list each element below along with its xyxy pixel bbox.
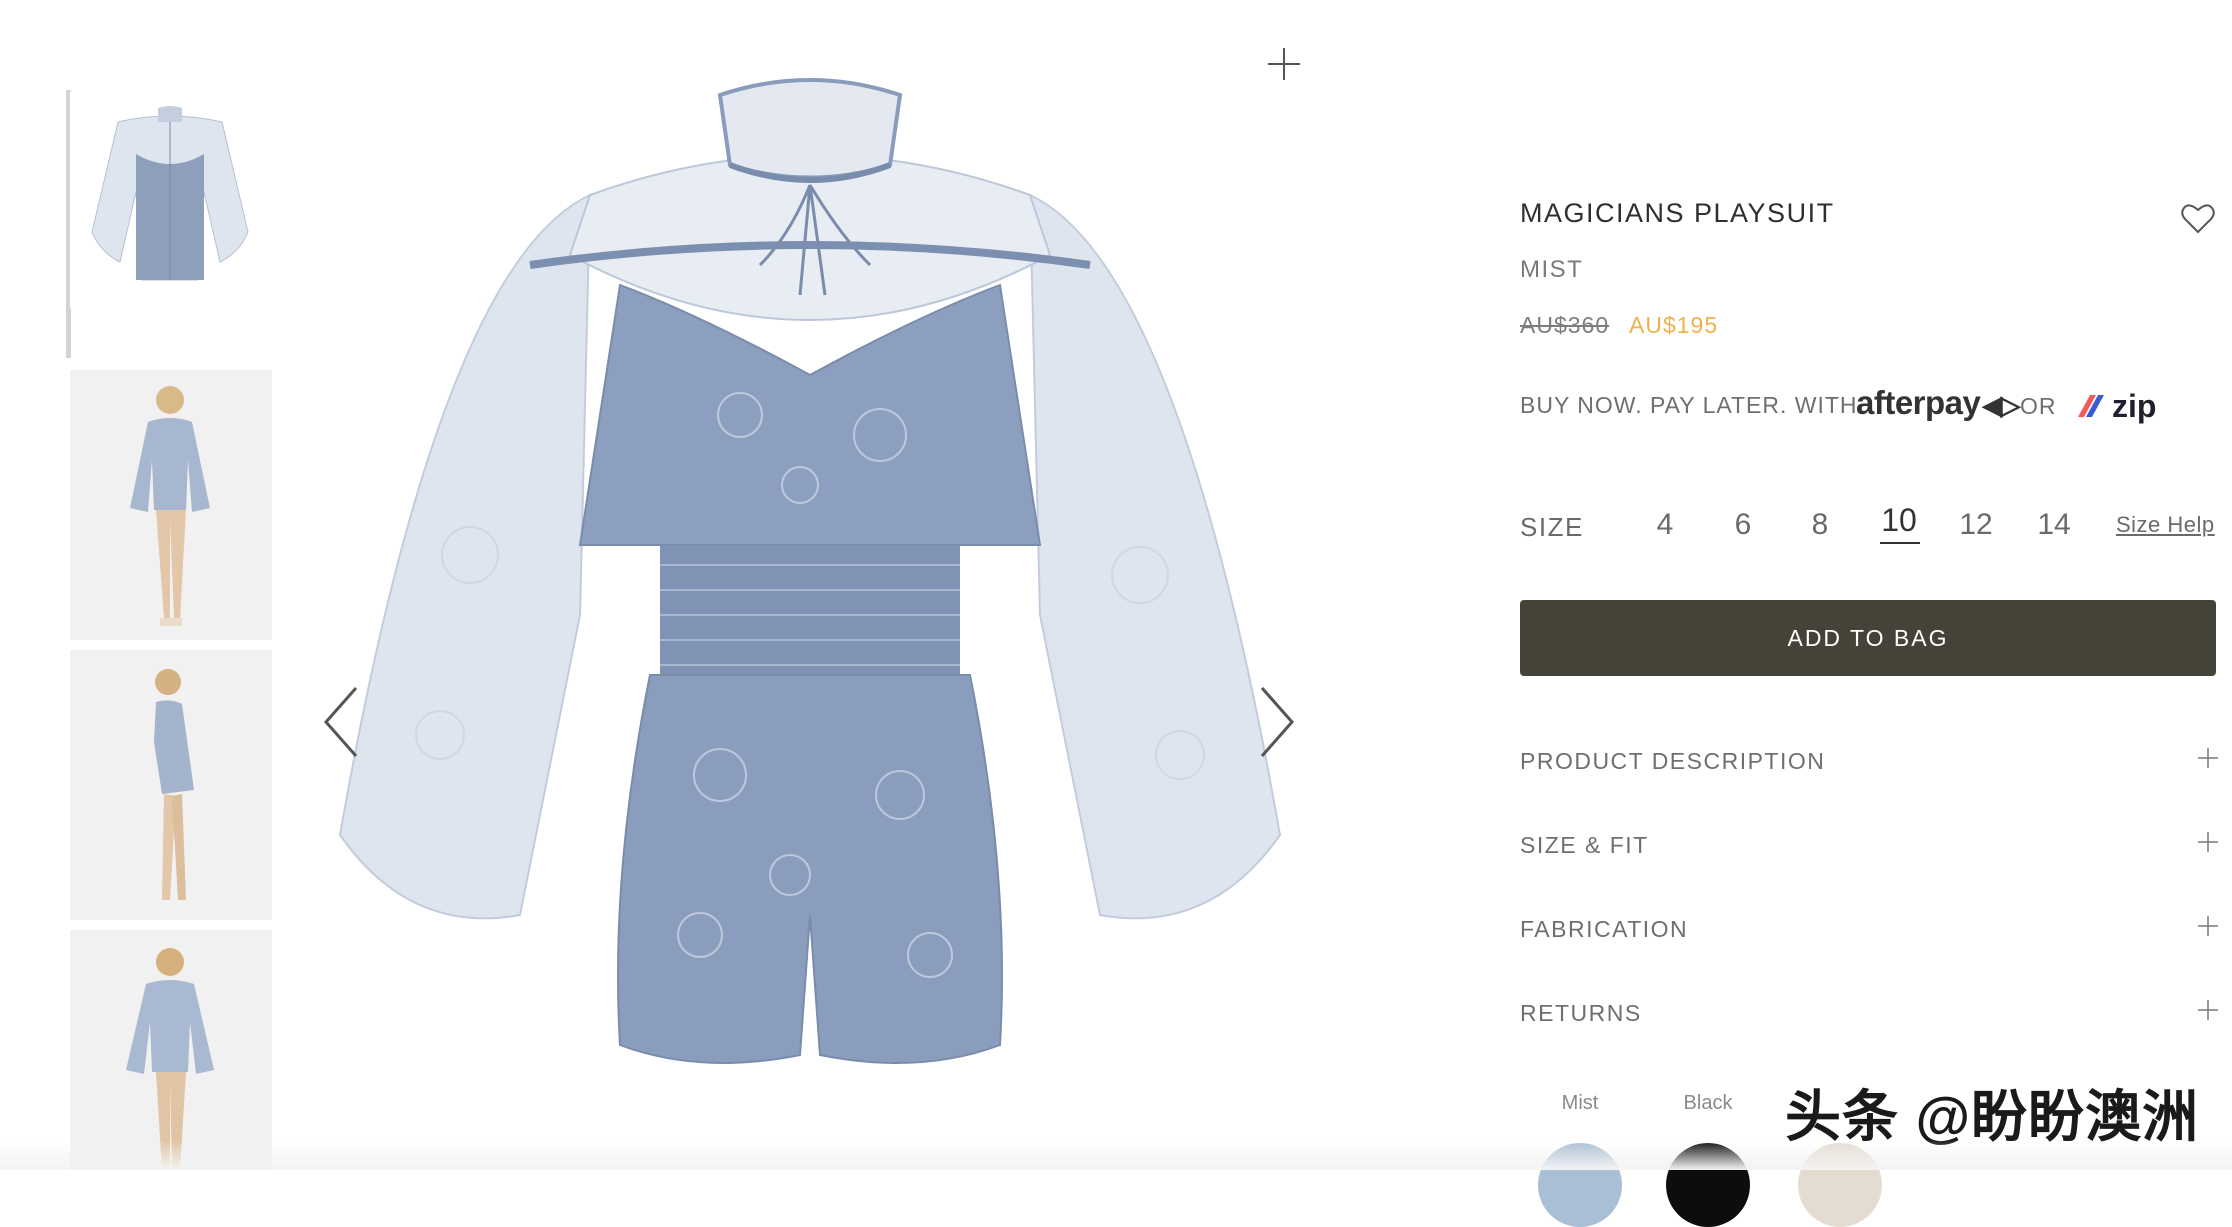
afterpay-logo[interactable]: afterpay◀▷: [1856, 384, 2020, 422]
zip-mark-icon: [2078, 395, 2104, 417]
product-color: MIST: [1520, 256, 1584, 283]
zip-logo[interactable]: zip: [2076, 386, 2156, 426]
plus-icon: [2198, 1000, 2218, 1020]
plus-icon: [2198, 832, 2218, 852]
size-option-14[interactable]: 14: [2029, 508, 2079, 542]
accordion-returns[interactable]: RETURNS: [1520, 990, 2220, 1034]
size-option-12[interactable]: 12: [1951, 508, 2001, 542]
accordion-product-description[interactable]: PRODUCT DESCRIPTION: [1520, 738, 2220, 782]
accordion-label: PRODUCT DESCRIPTION: [1520, 748, 1826, 774]
afterpay-mark-icon: ◀▷: [1982, 390, 2020, 420]
heart-icon[interactable]: [2180, 202, 2216, 236]
swatch-mist[interactable]: [1538, 1143, 1622, 1227]
accordion-fabrication[interactable]: FABRICATION: [1520, 906, 2220, 950]
plus-icon: [2198, 748, 2218, 768]
size-option-6[interactable]: 6: [1718, 508, 1768, 542]
accordion-size-fit[interactable]: SIZE & FIT: [1520, 822, 2220, 866]
or-text: OR: [2020, 393, 2057, 419]
size-option-8[interactable]: 8: [1795, 508, 1845, 542]
pay-later-text: BUY NOW. PAY LATER. WITH: [1520, 392, 1858, 418]
thumbnail-model-side[interactable]: [70, 650, 272, 920]
size-label: SIZE: [1520, 512, 1584, 542]
thumbnail-flat-front[interactable]: [70, 92, 272, 308]
swatch-nude[interactable]: [1798, 1143, 1882, 1227]
swatch-label-mist: Mist: [1561, 1092, 1599, 1114]
zip-wordmark: zip: [2112, 387, 2157, 424]
afterpay-wordmark: afterpay: [1856, 384, 1981, 421]
sale-price: AU$195: [1629, 312, 1719, 338]
thumbnail-model-front[interactable]: [70, 370, 272, 640]
selected-size-underline: [1880, 542, 1920, 544]
size-option-10[interactable]: 10: [1874, 502, 1924, 539]
accordion-label: FABRICATION: [1520, 916, 1689, 942]
thumbnail-model-back[interactable]: [70, 930, 272, 1170]
product-main-image: [338, 78, 1282, 1064]
watermark: 头条 @盼盼澳洲: [1785, 1085, 2200, 1148]
swatch-black[interactable]: [1666, 1143, 1750, 1227]
accordion-label: RETURNS: [1520, 1000, 1642, 1026]
chevron-right-icon[interactable]: [1250, 682, 1300, 762]
add-to-bag-button[interactable]: ADD TO BAG: [1520, 600, 2216, 676]
size-option-4[interactable]: 4: [1640, 508, 1690, 542]
accordion-label: SIZE & FIT: [1520, 832, 1649, 858]
plus-icon: [2198, 916, 2218, 936]
chevron-left-icon[interactable]: [318, 682, 368, 762]
product-title: MAGICIANS PLAYSUIT: [1520, 198, 1835, 228]
original-price: AU$360: [1520, 312, 1610, 338]
swatch-label-black: Black: [1683, 1092, 1733, 1114]
size-help-link[interactable]: Size Help: [2116, 512, 2215, 538]
